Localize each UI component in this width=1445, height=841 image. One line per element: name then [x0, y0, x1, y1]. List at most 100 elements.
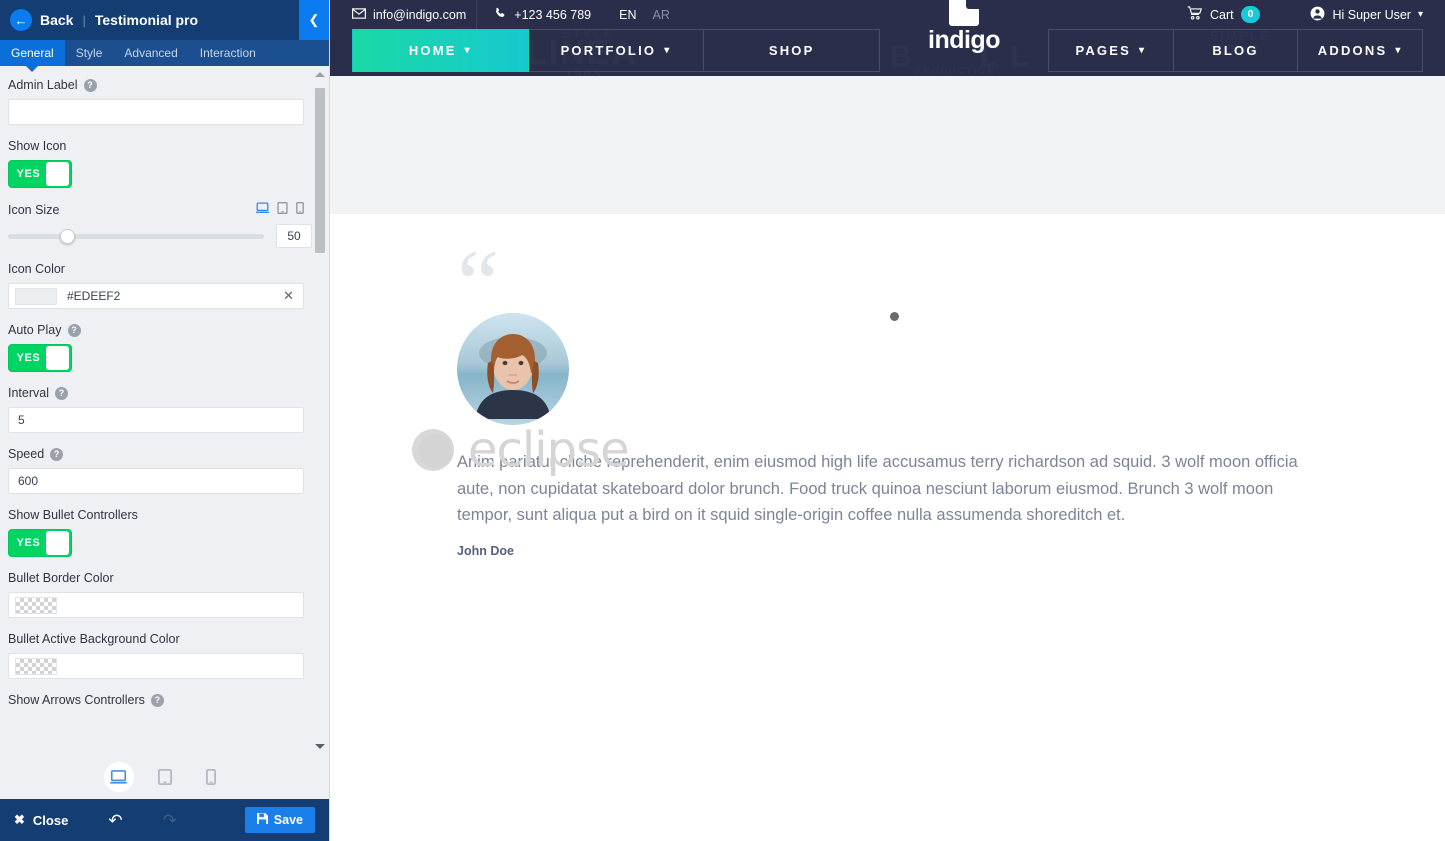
mobile-icon[interactable] [296, 202, 304, 217]
eclipse-logo: eclipse [412, 422, 630, 478]
show-icon-toggle[interactable]: YES [8, 160, 72, 188]
panel-header: ← Back | Testimonial pro ❮ [0, 0, 329, 40]
eclipse-circle-icon [412, 429, 454, 471]
back-button[interactable]: Back [40, 12, 73, 28]
preview-desktop-icon[interactable] [103, 762, 134, 792]
preview-tablet-icon[interactable] [150, 762, 180, 792]
icon-size-slider[interactable] [8, 228, 264, 244]
field-label: Speed [8, 447, 45, 461]
phone-contact[interactable]: +123 456 789 [494, 7, 591, 23]
email-text: info@indigo.com [373, 7, 467, 22]
indigo-logo-icon [949, 0, 979, 26]
speed-input[interactable] [8, 468, 304, 494]
label-row: Show Arrows Controllers ? [8, 693, 315, 707]
field-label: Show Bullet Controllers [8, 508, 138, 522]
testimonial-author: John Doe [457, 544, 514, 559]
avatar [457, 313, 569, 425]
chevron-down-icon: ▾ [1395, 45, 1403, 56]
color-swatch[interactable] [15, 596, 57, 614]
field-icon-color: Icon Color #EDEEF2 ✕ [8, 262, 315, 309]
site-logo[interactable]: indigo [880, 0, 1048, 72]
nav-label: SHOP [768, 43, 815, 58]
nav-label: PAGES [1075, 43, 1131, 58]
nav-item-pages[interactable]: PAGES ▾ [1048, 29, 1174, 72]
tab-interaction[interactable]: Interaction [189, 40, 267, 66]
settings-scroll-area: Admin Label ? Show Icon YES Icon Size 50… [0, 66, 329, 755]
user-menu[interactable]: Hi Super User ▾ [1310, 6, 1423, 24]
nav-right-group: PAGES ▾ BLOG ADDONS ▾ [1048, 29, 1424, 72]
help-icon[interactable]: ? [83, 78, 97, 92]
shopping-cart-icon [1187, 6, 1203, 23]
toggle-knob [45, 162, 69, 186]
bullet-controllers [890, 312, 899, 321]
save-button[interactable]: Save [244, 807, 315, 833]
cart-link[interactable]: Cart 0 [1187, 6, 1261, 23]
nav-item-portfolio[interactable]: PORTFOLIO ▾ [528, 29, 705, 72]
label-row: Admin Label ? [8, 78, 315, 92]
help-icon[interactable]: ? [50, 447, 64, 461]
scroll-up-icon[interactable] [315, 72, 325, 77]
label-row: Icon Color [8, 262, 315, 276]
chevron-left-icon[interactable]: ❮ [299, 0, 329, 40]
color-swatch[interactable] [15, 657, 57, 675]
icon-size-value-input[interactable] [276, 224, 312, 248]
tablet-icon[interactable] [277, 202, 288, 217]
cart-label: Cart [1210, 7, 1234, 22]
lang-en[interactable]: EN [619, 8, 636, 22]
field-label: Icon Size [8, 202, 60, 217]
toggle-knob [45, 531, 69, 555]
panel-footer: ✖ Close ↶ ↷ Save [0, 799, 329, 841]
desktop-icon[interactable] [256, 202, 269, 217]
quote-mark-icon: “ [457, 230, 499, 336]
nav-item-home[interactable]: HOME ▾ [352, 29, 529, 72]
field-show-icon: Show Icon YES [8, 139, 315, 188]
scroll-down-icon[interactable] [315, 744, 325, 749]
chevron-down-icon: ▾ [664, 45, 672, 56]
preview-mobile-icon[interactable] [196, 762, 226, 792]
bullet-dot[interactable] [890, 312, 899, 321]
interval-input[interactable] [8, 407, 304, 433]
tab-general[interactable]: General [0, 40, 65, 66]
help-icon[interactable]: ? [67, 323, 81, 337]
tab-style[interactable]: Style [65, 40, 114, 66]
bullet-active-background-color-picker[interactable] [8, 653, 304, 679]
close-icon: ✖ [14, 812, 25, 827]
responsive-device-switcher [256, 202, 304, 217]
hero-spacer-band [330, 76, 1445, 214]
back-arrow-icon[interactable]: ← [10, 9, 32, 31]
email-contact[interactable]: info@indigo.com [352, 8, 466, 22]
help-icon[interactable]: ? [55, 386, 68, 400]
slider-handle[interactable] [59, 228, 75, 244]
close-button[interactable]: ✖ Close [14, 812, 68, 828]
toggle-knob [45, 346, 69, 370]
field-bullet-active-background-color: Bullet Active Background Color [8, 632, 315, 679]
main-navigation: HOME ▾ PORTFOLIO ▾ SHOP indigo PAGES ▾ B… [330, 0, 1445, 76]
panel-scrollbar[interactable] [314, 72, 326, 749]
show-bullet-controllers-toggle[interactable]: YES [8, 529, 72, 557]
admin-label-input[interactable] [8, 99, 304, 125]
field-show-bullet-controllers: Show Bullet Controllers YES [8, 508, 315, 557]
icon-size-slider-row [8, 224, 315, 248]
redo-icon[interactable]: ↷ [163, 812, 177, 829]
help-icon[interactable]: ? [150, 693, 164, 707]
phone-icon [494, 7, 507, 23]
auto-play-toggle[interactable]: YES [8, 344, 72, 372]
undo-icon[interactable]: ↶ [108, 812, 122, 829]
color-swatch[interactable] [15, 287, 57, 305]
bullet-border-color-picker[interactable] [8, 592, 304, 618]
icon-color-value: #EDEEF2 [67, 289, 121, 303]
nav-label: ADDONS [1317, 43, 1388, 58]
scrollbar-thumb[interactable] [315, 88, 325, 253]
tab-advanced[interactable]: Advanced [113, 40, 188, 66]
nav-item-shop[interactable]: SHOP [704, 29, 881, 72]
lang-ar[interactable]: AR [653, 8, 670, 22]
nav-item-blog[interactable]: BLOG [1173, 29, 1299, 72]
module-settings-panel: ← Back | Testimonial pro ❮ General Style… [0, 0, 330, 841]
clear-color-icon[interactable]: ✕ [280, 288, 297, 304]
preview-device-bar [0, 755, 329, 799]
field-bullet-border-color: Bullet Border Color [8, 571, 315, 618]
nav-item-addons[interactable]: ADDONS ▾ [1298, 29, 1424, 72]
floppy-disk-icon [256, 813, 268, 827]
icon-color-picker[interactable]: #EDEEF2 ✕ [8, 283, 304, 309]
site-header: STYLE LINEA 1963 B L L PRODUCTION SIMPLE STAR i… [330, 0, 1445, 76]
